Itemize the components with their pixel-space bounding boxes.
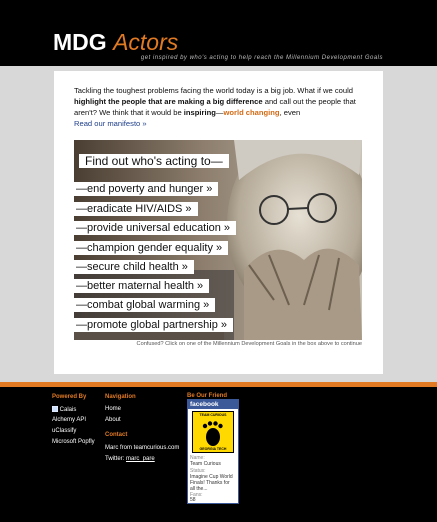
arrow-icon: » (185, 203, 192, 215)
twitter-label: Twitter: (105, 456, 127, 462)
fb-name[interactable]: Team Curious (190, 461, 221, 467)
powered-popfly[interactable]: Microsoft Popfly (52, 439, 95, 445)
intro-paragraph: Tackling the toughest problems facing th… (74, 85, 370, 129)
hero-caption: Confused? Click on one of the Millennium… (136, 341, 362, 347)
arrow-icon: » (203, 299, 210, 311)
goal-end-poverty[interactable]: —end poverty and hunger» (74, 182, 219, 196)
facebook-title: facebook (188, 400, 238, 409)
tagline: get inspired by who's acting to help rea… (140, 55, 383, 61)
goal-maternal-health[interactable]: —better maternal health» (74, 279, 210, 293)
nav-about[interactable]: About (105, 417, 121, 423)
team-curious-logo: TEAM CURIOUS GEORGIA TECH (192, 411, 234, 453)
intro-text-3: , even (279, 108, 301, 117)
goal-label: —secure child health (76, 261, 179, 273)
contact-marc[interactable]: Marc from teamcurious.com (105, 445, 179, 451)
contact-twitter: Twitter: marc_pare (105, 456, 155, 462)
arrow-icon: » (181, 261, 188, 273)
intro-bold-2: inspiring (183, 108, 216, 117)
goal-gender-equality[interactable]: —champion gender equality» (74, 241, 229, 255)
nav-home[interactable]: Home (105, 406, 121, 412)
contact-heading: Contact (105, 432, 128, 438)
arrow-icon: » (220, 319, 227, 331)
goal-global-partnership[interactable]: —promote global partnership» (74, 318, 233, 332)
hero-heading: Find out who's acting to— (79, 154, 229, 168)
logo-actors: Actors (113, 29, 179, 55)
intro-text-1: Tackling the toughest problems facing th… (74, 86, 354, 95)
powered-label: Calais (59, 407, 77, 413)
main-card: Tackling the toughest problems facing th… (54, 71, 383, 374)
arrow-icon: » (223, 222, 231, 234)
powered-calais[interactable]: Calais (51, 405, 77, 413)
goal-label: —promote global partnership (76, 319, 218, 331)
goal-eradicate-hiv[interactable]: —eradicate HIV/AIDS» (74, 202, 198, 216)
fb-fans-count: 58 (190, 497, 196, 503)
goal-label: —provide universal education (76, 222, 221, 234)
footprint-icon (202, 421, 223, 446)
badge-top-text: TEAM CURIOUS (199, 413, 227, 417)
powered-alchemy[interactable]: Alchemy API (52, 417, 86, 423)
goal-child-health[interactable]: —secure child health» (74, 260, 194, 274)
goal-label: —eradicate HIV/AIDS (76, 203, 183, 215)
intro-bold-1: highlight the people that are making a b… (74, 97, 263, 106)
twitter-handle-link[interactable]: marc_pare (126, 456, 155, 462)
site-logo[interactable]: MDG Actors (53, 28, 178, 56)
logo-mdg: MDG (53, 29, 107, 55)
manifesto-link[interactable]: Read our manifesto » (74, 119, 147, 128)
goal-global-warming[interactable]: —combat global warming» (74, 298, 216, 312)
navigation-heading: Navigation (105, 394, 136, 400)
calais-icon (51, 405, 59, 413)
goal-label: —end poverty and hunger (76, 183, 204, 195)
arrow-icon: » (206, 183, 213, 195)
badge-bottom-text: GEORGIA TECH (199, 447, 227, 451)
goal-universal-education[interactable]: —provide universal education» (74, 221, 237, 235)
intro-highlight: world changing (223, 108, 280, 117)
powered-uclassify[interactable]: uClassify (52, 428, 76, 434)
site-header: MDG Actors get inspired by who's acting … (0, 0, 437, 66)
arrow-icon: » (197, 280, 204, 292)
hero-image-box: Find out who's acting to— —end poverty a… (74, 140, 362, 340)
arrow-icon: » (215, 242, 223, 254)
goal-label: —better maternal health (76, 280, 195, 292)
goal-label: —combat global warming (76, 299, 201, 311)
goal-label: —champion gender equality (76, 242, 213, 254)
powered-by-heading: Powered By (52, 394, 87, 400)
facebook-badge[interactable]: facebook TEAM CURIOUS GEORGIA TECH Name:… (187, 399, 239, 504)
